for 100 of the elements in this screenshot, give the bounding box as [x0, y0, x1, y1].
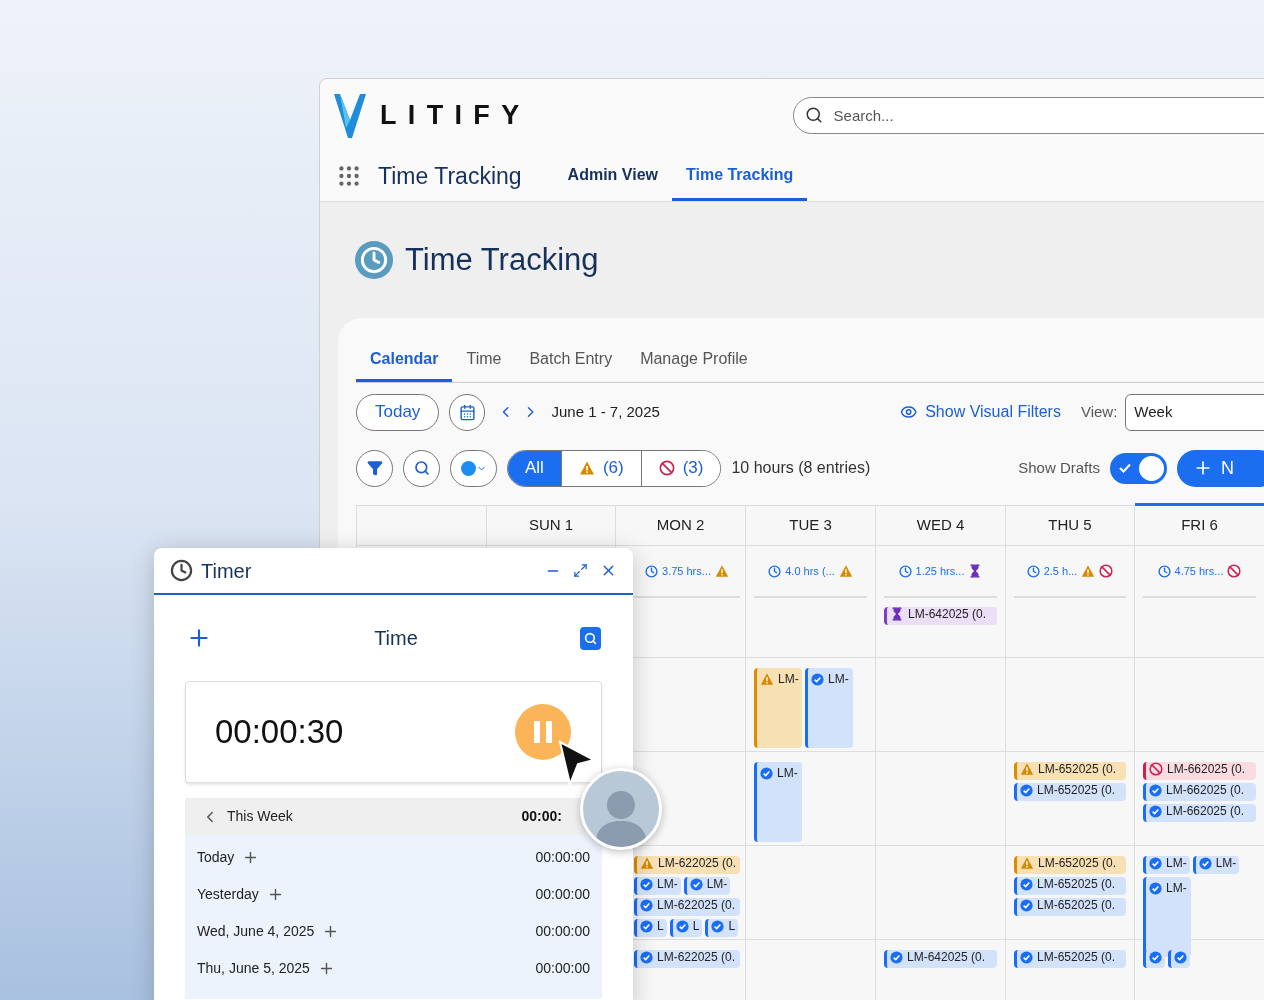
time-entry[interactable]: LM-662025 (0.	[1143, 804, 1256, 822]
app-launcher-icon[interactable]	[336, 163, 362, 189]
time-entry[interactable]: LM-	[1192, 856, 1240, 874]
time-entry[interactable]: LM-662025 (0.	[1143, 762, 1256, 780]
day-total[interactable]: 4.75 hrs...	[1174, 562, 1224, 580]
today-button[interactable]: Today	[356, 393, 440, 431]
day-label: Today	[197, 848, 235, 867]
entry-label: LM-642025 (0.	[907, 950, 986, 964]
time-entry[interactable]: LM-642025 (0.	[884, 607, 997, 625]
day-header: FRI 6	[1135, 503, 1264, 546]
time-entry[interactable]: LM-	[754, 762, 802, 842]
view-label: View:	[1080, 401, 1118, 422]
search-icon	[804, 105, 823, 124]
search-icon	[413, 460, 430, 476]
user-filter-button[interactable]	[450, 449, 497, 487]
time-entry[interactable]: LM-	[634, 877, 681, 895]
check-circle-icon	[1020, 950, 1033, 964]
blocked-icon	[658, 460, 675, 476]
check-circle-icon	[711, 919, 725, 933]
time-entry[interactable]: LM-	[805, 668, 853, 748]
time-entry[interactable]: LM-622025 (0.	[634, 898, 740, 916]
visual-filters-link[interactable]: Show Visual Filters	[925, 400, 1061, 424]
time-entry[interactable]: LM-622025 (0.	[634, 950, 740, 968]
pause-button[interactable]	[515, 704, 571, 760]
calendar-button[interactable]	[449, 393, 485, 431]
warning-icon	[760, 672, 774, 686]
tab[interactable]: Calendar	[356, 338, 453, 382]
timer-heading: Time	[374, 626, 418, 651]
check-circle-icon	[1020, 898, 1033, 912]
elapsed-time: 00:00:30	[215, 712, 344, 753]
time-entry[interactable]: LM-652025 (0.	[1014, 950, 1126, 968]
calendar-icon	[458, 403, 476, 421]
tab[interactable]: Manage Profile	[626, 338, 762, 382]
search-field[interactable]: Search...	[792, 96, 1264, 134]
entry-label: LM-622025 (0.	[657, 950, 736, 964]
timer-title: Timer	[201, 558, 252, 584]
day-total: 00:00:00	[535, 848, 590, 867]
drafts-toggle[interactable]	[1109, 452, 1167, 484]
view-select[interactable]: Week	[1125, 393, 1264, 431]
time-entry[interactable]	[1143, 950, 1165, 968]
entry-label: LM-652025 (0.	[1038, 762, 1117, 776]
entry-label: LM-	[1215, 856, 1237, 870]
day-header: MON 2	[616, 506, 746, 546]
clock-icon	[355, 241, 393, 279]
entry-label: L	[657, 919, 664, 933]
warning-icon	[1020, 762, 1034, 776]
time-entry[interactable]: LM-652025 (0.	[1014, 783, 1126, 801]
time-entry[interactable]: LM-	[1143, 856, 1190, 874]
time-entry[interactable]: L	[705, 919, 739, 937]
check-circle-icon	[1174, 950, 1187, 964]
check-circle-icon	[640, 877, 653, 891]
status-filter[interactable]: All	[508, 450, 561, 486]
drafts-label: Show Drafts	[1018, 457, 1100, 478]
check-circle-icon	[1149, 783, 1162, 797]
check-circle-icon	[811, 672, 824, 686]
hourglass-icon	[890, 607, 904, 621]
day-header: THU 5	[1006, 506, 1135, 546]
time-entry[interactable]: LM-	[683, 877, 731, 895]
filter-icon	[366, 460, 383, 476]
tab[interactable]: Batch Entry	[515, 338, 627, 382]
new-button[interactable]: N	[1176, 449, 1264, 487]
status-filter[interactable]: (6)	[560, 450, 641, 486]
time-entry[interactable]: LM-	[754, 668, 802, 748]
clock-icon	[768, 564, 782, 578]
day-total: 00:00:00	[535, 885, 590, 904]
time-entry[interactable]: L	[669, 919, 703, 937]
time-entry[interactable]: LM-652025 (0.	[1014, 856, 1126, 874]
time-entry[interactable]: LM-652025 (0.	[1014, 898, 1126, 916]
day-total[interactable]: 1.25 hrs...	[915, 562, 965, 580]
day-label: Wed, June 4, 2025	[197, 922, 315, 941]
day-total[interactable]: 4.0 hrs (...	[785, 562, 835, 580]
entry-label: LM-622025 (0.	[657, 898, 736, 912]
check-circle-icon	[1149, 804, 1162, 818]
check-circle-icon	[675, 919, 689, 933]
date-range: June 1 - 7, 2025	[551, 401, 660, 422]
check-circle-icon	[1149, 881, 1162, 895]
app-name: Time Tracking	[378, 161, 522, 191]
nav-tab[interactable]: Time Tracking	[671, 151, 808, 201]
day-total[interactable]: 3.75 hrs...	[662, 562, 711, 580]
filter-button[interactable]	[356, 449, 393, 487]
time-entry[interactable]: LM-642025 (0.	[884, 950, 997, 968]
time-entry[interactable]	[1168, 950, 1190, 968]
entry-label: L	[692, 919, 700, 933]
status-filter[interactable]: (3)	[640, 450, 721, 486]
time-entry[interactable]: LM-662025 (0.	[1143, 783, 1256, 801]
week-total: 00:00:	[521, 807, 562, 826]
page-title: Time Tracking	[405, 240, 599, 279]
search-button[interactable]	[403, 449, 440, 487]
tab[interactable]: Time	[452, 338, 516, 382]
entry-label: LM-	[1166, 881, 1187, 895]
time-entry[interactable]: LM-652025 (0.	[1014, 877, 1126, 895]
time-entry[interactable]: LM-622025 (0.	[634, 856, 740, 874]
nav-tab[interactable]: Admin View	[553, 151, 672, 201]
time-entry[interactable]: LM-652025 (0.	[1014, 762, 1126, 780]
time-entry[interactable]: LM-	[1143, 877, 1191, 957]
time-entry[interactable]: L	[634, 919, 667, 937]
expand-icon[interactable]	[573, 563, 588, 578]
day-total[interactable]: 2.5 h...	[1043, 562, 1078, 580]
blocked-icon	[1149, 762, 1163, 776]
check-circle-icon	[1149, 950, 1162, 964]
